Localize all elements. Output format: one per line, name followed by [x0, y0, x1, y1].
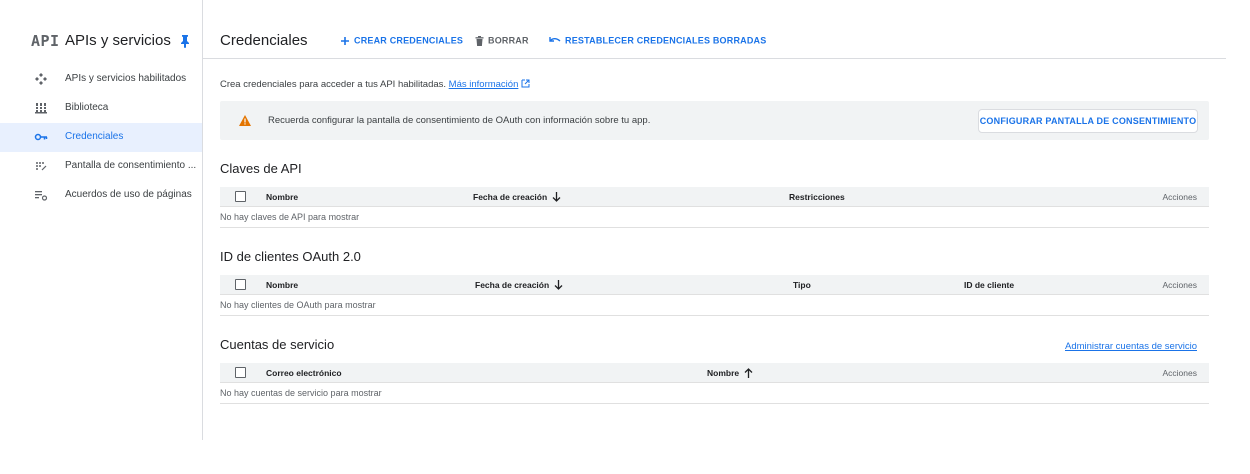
- sidebar-item-label: Credenciales: [65, 131, 124, 142]
- create-credentials-label: CREAR CREDENCIALES: [354, 35, 464, 46]
- settings-list-icon: [35, 191, 48, 201]
- key-icon: [34, 133, 48, 141]
- apis-diamond-icon: [35, 73, 47, 85]
- column-header-label: Fecha de creación: [475, 280, 550, 290]
- sidebar-item-label: APIs y servicios habilitados: [65, 73, 187, 84]
- sidebar: API APIs y servicios APIs y servicios ha…: [0, 0, 203, 440]
- sidebar-item-credentials[interactable]: Credenciales: [0, 123, 202, 152]
- select-all-checkbox[interactable]: [235, 191, 246, 202]
- sidebar-item-page-agreements[interactable]: Acuerdos de uso de páginas: [0, 181, 202, 210]
- create-credentials-button[interactable]: CREAR CREDENCIALES: [340, 35, 463, 46]
- sidebar-item-label: Acuerdos de uso de páginas: [65, 189, 192, 200]
- column-header-label: Nombre: [707, 368, 740, 378]
- plus-icon: [341, 36, 349, 45]
- column-header-label: Fecha de creación: [473, 192, 548, 202]
- delete-button[interactable]: BORRAR: [475, 35, 529, 46]
- arrow-up-icon: [744, 368, 753, 378]
- empty-message: No hay claves de API para mostrar: [220, 212, 360, 222]
- manage-service-accounts-link[interactable]: Administrar cuentas de servicio: [1065, 341, 1197, 352]
- banner-message: Recuerda configurar la pantalla de conse…: [268, 115, 651, 126]
- sidebar-item-label: Pantalla de consentimiento ...: [65, 160, 197, 171]
- column-header-actions: Acciones: [1162, 280, 1198, 290]
- table-header: Nombre Fecha de creación Tipo ID de clie…: [220, 275, 1209, 295]
- sidebar-item-enabled-apis[interactable]: APIs y servicios habilitados: [0, 65, 202, 94]
- intro-description: Crea credenciales para acceder a tus API…: [220, 79, 447, 90]
- sidebar-nav: APIs y servicios habilitados Biblioteca …: [0, 65, 202, 210]
- external-link-icon: [521, 79, 530, 88]
- warning-icon: [239, 115, 251, 126]
- service-accounts-title: Cuentas de servicio: [220, 337, 335, 352]
- main-content: Crea credenciales para acceder a tus API…: [203, 60, 1226, 440]
- column-header-sorted[interactable]: Nombre: [707, 368, 753, 378]
- table-header: Correo electrónico Nombre Acciones: [220, 363, 1209, 383]
- table-body: No hay claves de API para mostrar: [220, 207, 1209, 228]
- empty-message: No hay cuentas de servicio para mostrar: [220, 388, 382, 398]
- table-body: No hay clientes de OAuth para mostrar: [220, 295, 1209, 316]
- learn-more-link[interactable]: Más información: [449, 79, 519, 90]
- table-header: Nombre Fecha de creación Restricciones A…: [220, 187, 1209, 207]
- configure-consent-button[interactable]: CONFIGURAR PANTALLA DE CONSENTIMIENTO: [978, 109, 1198, 133]
- restore-label: RESTABLECER CREDENCIALES BORRADAS: [565, 35, 767, 46]
- column-header[interactable]: Nombre: [266, 280, 298, 290]
- undo-icon: [549, 37, 561, 42]
- page-title: Credenciales: [220, 32, 308, 49]
- restore-credentials-button[interactable]: RESTABLECER CREDENCIALES BORRADAS: [549, 35, 766, 46]
- sidebar-header: API APIs y servicios: [0, 22, 202, 62]
- trash-icon: [475, 35, 484, 46]
- service-accounts-table: Correo electrónico Nombre Acciones No ha…: [220, 363, 1209, 404]
- column-header[interactable]: Tipo: [793, 280, 811, 290]
- top-bar: Credenciales CREAR CREDENCIALES BORRAR R…: [203, 22, 1226, 59]
- column-header[interactable]: Restricciones: [789, 192, 845, 202]
- select-all-checkbox[interactable]: [235, 279, 246, 290]
- consent-dots-icon: [36, 162, 47, 171]
- column-header[interactable]: Nombre: [266, 192, 298, 202]
- consent-warning-banner: Recuerda configurar la pantalla de conse…: [220, 101, 1209, 140]
- api-keys-title: Claves de API: [220, 161, 302, 176]
- column-header[interactable]: Correo electrónico: [266, 368, 342, 378]
- sidebar-item-library[interactable]: Biblioteca: [0, 94, 202, 123]
- sidebar-item-label: Biblioteca: [65, 102, 109, 113]
- delete-label: BORRAR: [488, 35, 529, 46]
- api-keys-table: Nombre Fecha de creación Restricciones A…: [220, 187, 1209, 228]
- arrow-down-icon: [554, 280, 563, 290]
- intro-text: Crea credenciales para acceder a tus API…: [220, 79, 530, 90]
- arrow-down-icon: [552, 192, 561, 202]
- sidebar-item-consent-screen[interactable]: Pantalla de consentimiento ...: [0, 152, 202, 181]
- column-header-actions: Acciones: [1162, 368, 1198, 378]
- column-header-sorted[interactable]: Fecha de creación: [473, 192, 561, 202]
- select-all-checkbox[interactable]: [235, 367, 246, 378]
- column-header-sorted[interactable]: Fecha de creación: [475, 280, 563, 290]
- empty-message: No hay clientes de OAuth para mostrar: [220, 300, 376, 310]
- oauth-table: Nombre Fecha de creación Tipo ID de clie…: [220, 275, 1209, 316]
- oauth-title: ID de clientes OAuth 2.0: [220, 249, 361, 264]
- pin-icon[interactable]: [179, 34, 191, 48]
- library-icon: [35, 103, 47, 114]
- api-logo-icon: API: [31, 32, 60, 50]
- sidebar-title: APIs y servicios: [65, 32, 171, 49]
- column-header-actions: Acciones: [1162, 192, 1198, 202]
- column-header[interactable]: ID de cliente: [964, 280, 1014, 290]
- table-body: No hay cuentas de servicio para mostrar: [220, 383, 1209, 404]
